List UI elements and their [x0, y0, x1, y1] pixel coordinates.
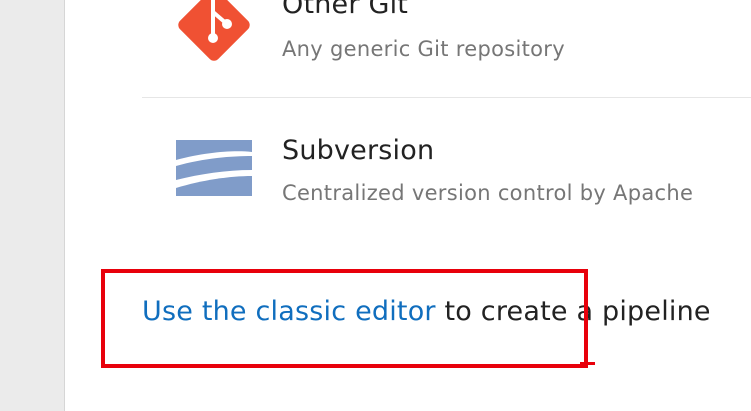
source-description: Centralized version control by Apache [282, 181, 694, 205]
source-title: Subversion [282, 135, 435, 166]
git-icon [178, 0, 250, 61]
divider [142, 97, 751, 98]
left-sidebar-gutter [0, 0, 65, 411]
source-description: Any generic Git repository [282, 37, 565, 61]
highlight-annotation-mark [580, 362, 595, 365]
source-title: Other Git [282, 0, 409, 20]
subversion-icon [176, 140, 252, 196]
highlight-annotation-box [101, 269, 588, 368]
